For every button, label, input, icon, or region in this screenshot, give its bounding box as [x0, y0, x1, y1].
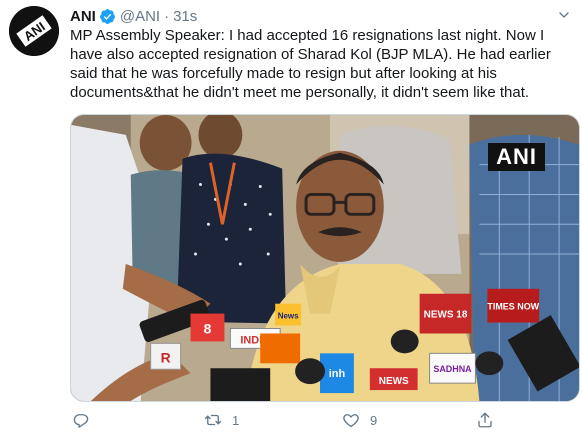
- tweet[interactable]: ANI ANI @ANI · 31s MP Assembly Speaker: …: [0, 0, 583, 434]
- ani-watermark: ANI: [488, 143, 545, 171]
- mic-label-news18: NEWS 18: [424, 310, 468, 321]
- mic-label-sadhna: SADHNA: [433, 364, 472, 374]
- author-name[interactable]: ANI: [70, 8, 96, 25]
- ani-logo-icon: ANI: [9, 6, 59, 56]
- retweet-button[interactable]: 1: [204, 408, 239, 432]
- mic-label-news-small: News: [278, 312, 299, 321]
- retweet-count: 1: [232, 412, 240, 428]
- heart-icon: [343, 414, 359, 428]
- like-button[interactable]: 9: [342, 408, 377, 432]
- tweet-media-photo[interactable]: 8 INDIA R inh NEWS NEWS 18 TIMES NOW SAD…: [70, 114, 580, 402]
- avatar[interactable]: ANI: [9, 6, 59, 56]
- mic-label-inh: inh: [329, 368, 345, 380]
- author-handle[interactable]: @ANI: [120, 8, 160, 25]
- chevron-down-icon[interactable]: [555, 6, 573, 24]
- verified-badge-icon: [99, 8, 116, 25]
- retweet-icon: [204, 414, 222, 426]
- tweet-text: MP Assembly Speaker: I had accepted 16 r…: [70, 27, 551, 101]
- tweet-actions: 1 9: [70, 408, 530, 432]
- separator-dot: ·: [164, 7, 170, 25]
- tweet-header: ANI @ANI · 31s: [70, 6, 197, 26]
- share-button[interactable]: [476, 408, 494, 432]
- reply-icon: [73, 414, 89, 428]
- share-icon: [478, 412, 492, 428]
- mic-label-8: 8: [204, 320, 212, 336]
- mic-label-r: R: [161, 349, 171, 365]
- mic-label-news: NEWS: [379, 376, 409, 387]
- mic-label-timesnow: TIMES NOW: [487, 302, 539, 312]
- reply-button[interactable]: [72, 408, 100, 432]
- like-count: 9: [370, 412, 378, 428]
- timestamp[interactable]: 31s: [173, 8, 197, 25]
